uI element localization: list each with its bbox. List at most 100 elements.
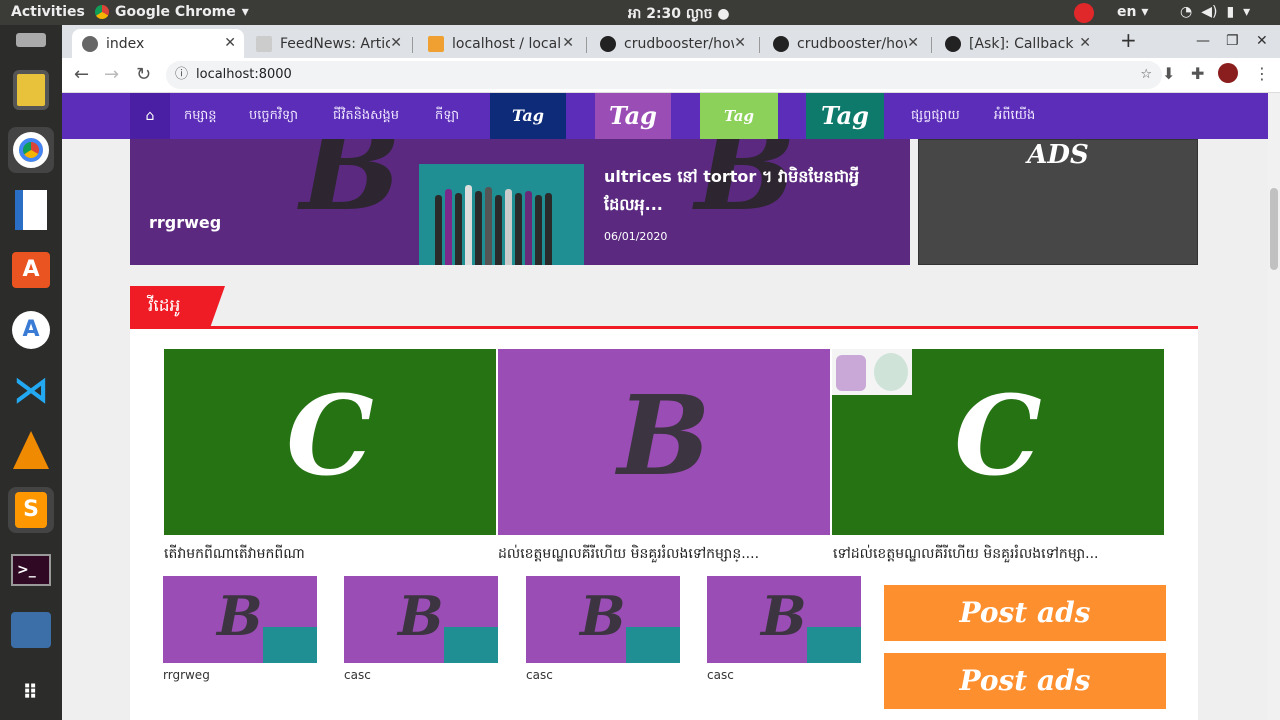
close-icon[interactable]: ✕ xyxy=(562,35,574,51)
small-card[interactable]: B xyxy=(163,576,317,663)
android-studio-icon[interactable]: A xyxy=(8,307,54,353)
phpmyadmin-icon xyxy=(428,35,444,52)
screen-recorder-icon[interactable] xyxy=(8,607,54,653)
extensions-icon[interactable]: ✚ xyxy=(1191,64,1204,83)
card-logo-letter: C xyxy=(286,371,374,500)
language-selector[interactable]: en ▾ xyxy=(1117,4,1148,20)
new-tab-button[interactable]: + xyxy=(1120,28,1137,52)
show-applications-icon[interactable]: ⠿ xyxy=(8,669,54,715)
chevron-down-icon: ▾ xyxy=(241,4,249,20)
hero-title[interactable]: ultrices នៅ tortor ។ វាមិនមែនជាអ្វីដែលអុ… xyxy=(604,163,894,219)
featured-card[interactable]: B xyxy=(498,349,830,535)
nav-tag[interactable]: Tag xyxy=(490,93,566,139)
nav-tag[interactable]: Tag xyxy=(595,93,671,139)
chevron-down-icon: ▾ xyxy=(1243,4,1251,20)
reload-icon[interactable]: ↻ xyxy=(136,64,151,85)
language-label: en xyxy=(1117,4,1137,20)
featured-card[interactable]: C xyxy=(164,349,496,535)
nav-tag[interactable]: Tag xyxy=(806,93,884,139)
small-card[interactable]: B xyxy=(707,576,861,663)
site-nav: ⌂ កម្សាន្ត បច្ចេកវិទ្យា ជីវិតនិងសង្គម កី… xyxy=(62,93,1268,139)
menu-icon[interactable]: ⋮ xyxy=(1254,64,1270,83)
post-ads-banner[interactable]: Post ads xyxy=(884,653,1166,709)
page-scrollbar[interactable] xyxy=(1268,93,1280,720)
close-icon[interactable]: ✕ xyxy=(734,35,746,51)
small-card-caption[interactable]: casc xyxy=(526,668,553,682)
featured-caption[interactable]: ដល់ខេត្តមណ្ឌលគីរីហើយ មិនគួររំលងទៅកម្សាន្… xyxy=(498,544,759,565)
close-icon[interactable]: ✕ xyxy=(390,35,402,51)
small-card-thumbnail xyxy=(263,627,317,663)
small-card-caption[interactable]: casc xyxy=(344,668,371,682)
side-ads-label: ADS xyxy=(1027,140,1089,170)
globe-icon xyxy=(82,35,98,52)
nav-item[interactable]: ផ្សព្វផ្សាយ xyxy=(911,93,960,139)
sublime-text-icon[interactable]: S xyxy=(8,487,54,533)
small-card-thumbnail xyxy=(444,627,498,663)
close-icon[interactable]: ✕ xyxy=(1079,35,1091,51)
software-center-icon[interactable]: A xyxy=(8,247,54,293)
card-logo-letter: B xyxy=(617,371,711,500)
featured-caption[interactable]: តើវាមកពីណាតើវាមកពីណា xyxy=(164,544,305,565)
dock: A A ⋊ S >_ ⠿ xyxy=(0,25,62,720)
back-icon[interactable]: ← xyxy=(74,64,89,85)
avatar[interactable] xyxy=(1218,63,1238,83)
tab-index[interactable]: index ✕ xyxy=(72,29,244,58)
app-menu[interactable]: Google Chrome ▾ xyxy=(95,4,249,20)
terminal-icon[interactable]: >_ xyxy=(8,547,54,593)
tab-github-3[interactable]: [Ask]: Callback PHP ✕ xyxy=(935,29,1099,58)
address-bar[interactable]: ⓘ localhost:8000 ☆ xyxy=(166,61,1162,89)
tab-title: localhost / localhost xyxy=(452,35,562,52)
nav-item[interactable]: កម្សាន្ត xyxy=(184,93,217,139)
dock-files-icon[interactable] xyxy=(8,27,54,53)
web-page: ⌂ កម្សាន្ត បច្ចេកវិទ្យា ជីវិតនិងសង្គម កី… xyxy=(62,93,1268,720)
nav-item[interactable]: កីឡា xyxy=(435,93,459,139)
tab-phpmyadmin[interactable]: localhost / localhost ✕ xyxy=(418,29,582,58)
nav-item[interactable]: អំពីយើង xyxy=(994,93,1035,139)
side-ads-box[interactable]: ADS xyxy=(918,139,1198,265)
scrollbar-thumb[interactable] xyxy=(1270,188,1278,270)
small-card[interactable]: B xyxy=(344,576,498,663)
tab-separator xyxy=(412,37,413,53)
featured-caption[interactable]: ទៅដល់ខេត្តមណ្ឌលគីរីហើយ មិនគួររំលងទៅកម្សា… xyxy=(833,544,1098,565)
tab-strip: index ✕ FeedNews: Article ✕ localhost / … xyxy=(62,25,1280,58)
broken-overlay-image xyxy=(832,349,912,395)
activities-button[interactable]: Activities xyxy=(11,4,85,20)
minimize-icon[interactable]: — xyxy=(1196,33,1210,49)
chrome-dock-icon[interactable] xyxy=(8,127,54,173)
small-card[interactable]: B xyxy=(526,576,680,663)
vlc-icon[interactable] xyxy=(8,427,54,473)
small-card-caption[interactable]: rrgrweg xyxy=(163,668,210,682)
vscode-icon[interactable]: ⋊ xyxy=(8,367,54,413)
forward-icon[interactable]: → xyxy=(104,64,119,85)
tab-github-1[interactable]: crudbooster/how ✕ xyxy=(590,29,754,58)
tab-title: FeedNews: Article xyxy=(280,35,390,52)
close-icon[interactable]: ✕ xyxy=(907,35,919,51)
small-card-thumbnail xyxy=(626,627,680,663)
hero-banner[interactable]: B B rrgrweg ultrices នៅ tortor ។ វាមិនមែ… xyxy=(130,139,910,265)
nav-item[interactable]: បច្ចេកវិទ្យា xyxy=(249,93,298,139)
github-icon xyxy=(945,35,961,52)
nav-item[interactable]: ជីវិតនិងសង្គម xyxy=(333,93,399,139)
tab-title: crudbooster/how xyxy=(797,35,907,52)
post-ads-banner[interactable]: Post ads xyxy=(884,585,1166,641)
close-icon[interactable]: ✕ xyxy=(224,35,236,51)
rhythmbox-icon[interactable] xyxy=(8,67,54,113)
tab-title: index xyxy=(106,35,145,52)
star-icon[interactable]: ☆ xyxy=(1140,61,1152,89)
toy-image xyxy=(874,353,908,391)
restore-icon[interactable]: ❐ xyxy=(1226,33,1239,49)
github-icon xyxy=(600,35,616,52)
featured-card[interactable]: C xyxy=(832,349,1164,535)
system-tray[interactable]: ◔ ◀) ▮ ▾ xyxy=(1180,4,1250,20)
hero-thumbnail[interactable] xyxy=(419,164,584,265)
writer-icon[interactable] xyxy=(8,187,54,233)
download-icon[interactable]: ⬇ xyxy=(1162,64,1175,83)
small-card-caption[interactable]: casc xyxy=(707,668,734,682)
nav-tag[interactable]: Tag xyxy=(700,93,778,139)
home-icon[interactable]: ⌂ xyxy=(130,93,170,139)
tab-github-2[interactable]: crudbooster/how ✕ xyxy=(763,29,927,58)
record-indicator-icon[interactable] xyxy=(1074,3,1094,23)
tab-feednews[interactable]: FeedNews: Article ✕ xyxy=(246,29,410,58)
close-window-icon[interactable]: ✕ xyxy=(1256,33,1268,49)
clock[interactable]: អា 2:30 ល្ងាច ● xyxy=(628,4,730,25)
